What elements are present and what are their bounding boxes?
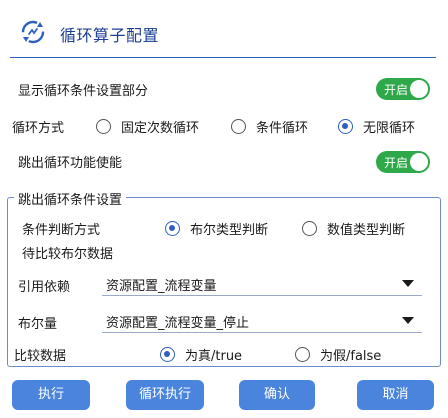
show-section-toggle[interactable]: 开启 bbox=[376, 78, 430, 100]
bool-var-label: 布尔量 bbox=[18, 317, 58, 332]
cancel-button[interactable]: 取消 bbox=[357, 380, 434, 410]
select-underline bbox=[102, 295, 422, 296]
radio-circle bbox=[295, 347, 310, 362]
compare-data-label: 比较数据 bbox=[14, 349, 67, 364]
radio-label: 布尔类型判断 bbox=[190, 223, 269, 238]
reference-value: 资源配置_流程变量 bbox=[106, 279, 217, 294]
radio-circle bbox=[338, 119, 353, 134]
reference-select[interactable]: 资源配置_流程变量 bbox=[102, 270, 422, 296]
select-underline bbox=[102, 332, 422, 333]
radio-circle bbox=[96, 119, 111, 134]
radio-label: 固定次数循环 bbox=[121, 121, 200, 136]
radio-label: 数值类型判断 bbox=[327, 223, 406, 238]
break-enable-toggle[interactable]: 开启 bbox=[376, 151, 430, 173]
radio-circle bbox=[165, 221, 180, 236]
toggle-knob bbox=[410, 153, 428, 171]
break-condition-group-title: 跳出循环条件设置 bbox=[14, 189, 127, 208]
judge-mode-label: 条件判断方式 bbox=[22, 223, 101, 238]
radio-compare-true[interactable]: 为真/true bbox=[160, 345, 242, 364]
show-section-toggle-text: 开启 bbox=[384, 83, 409, 97]
dialog-title: 循环算子配置 bbox=[60, 26, 160, 45]
radio-fixed-count-loop[interactable]: 固定次数循环 bbox=[96, 117, 199, 136]
dialog-header: 循环算子配置 bbox=[0, 0, 448, 62]
radio-circle bbox=[231, 119, 246, 134]
loop-mode-label: 循环方式 bbox=[12, 121, 65, 136]
compare-bool-title: 待比较布尔数据 bbox=[22, 247, 114, 262]
radio-label: 为真/true bbox=[185, 349, 243, 364]
confirm-button[interactable]: 确认 bbox=[239, 380, 315, 410]
radio-label: 条件循环 bbox=[256, 121, 309, 136]
radio-numeric-judge[interactable]: 数值类型判断 bbox=[302, 219, 405, 238]
bool-var-value: 资源配置_流程变量_停止 bbox=[106, 316, 250, 331]
reference-label: 引用依赖 bbox=[18, 280, 71, 295]
show-section-label: 显示循环条件设置部分 bbox=[18, 84, 149, 99]
radio-infinite-loop[interactable]: 无限循环 bbox=[338, 117, 415, 136]
radio-condition-loop[interactable]: 条件循环 bbox=[231, 117, 308, 136]
chevron-down-icon bbox=[402, 317, 414, 324]
header-divider bbox=[10, 57, 436, 58]
break-enable-label: 跳出循环功能使能 bbox=[18, 156, 123, 171]
toggle-knob bbox=[410, 80, 428, 98]
radio-label: 为假/false bbox=[320, 349, 382, 364]
radio-label: 无限循环 bbox=[363, 121, 416, 136]
radio-compare-false[interactable]: 为假/false bbox=[295, 345, 381, 364]
loop-sync-icon bbox=[21, 20, 45, 44]
execute-button[interactable]: 执行 bbox=[12, 380, 90, 410]
radio-circle bbox=[160, 347, 175, 362]
bool-var-select[interactable]: 资源配置_流程变量_停止 bbox=[102, 307, 422, 333]
loop-execute-button[interactable]: 循环执行 bbox=[126, 380, 204, 410]
radio-bool-judge[interactable]: 布尔类型判断 bbox=[165, 219, 268, 238]
radio-circle bbox=[302, 221, 317, 236]
chevron-down-icon bbox=[402, 280, 414, 287]
break-enable-toggle-text: 开启 bbox=[384, 156, 409, 170]
